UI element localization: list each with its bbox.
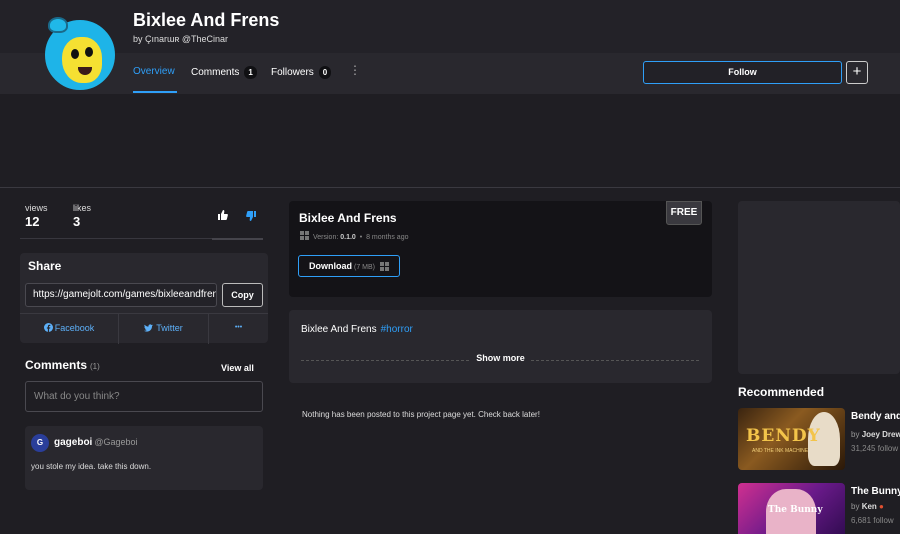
download-size: (7 MB) — [354, 264, 375, 271]
thumbs-down-icon — [246, 211, 256, 221]
tab-comments-label: Comments — [191, 67, 240, 78]
download-label: Download — [309, 261, 352, 271]
thumbnail-logo-text: BENDY — [746, 426, 821, 446]
active-tab-indicator — [133, 91, 177, 93]
tab-overview-label: Overview — [133, 66, 175, 77]
comment-username: gageboi — [54, 437, 93, 448]
ad-placeholder — [738, 201, 900, 374]
recommended-game-author[interactable]: by Ken ● — [851, 502, 884, 511]
download-button[interactable]: Download (7 MB) — [298, 255, 400, 277]
description-card: Bixlee And Frens #horror Show more — [289, 310, 712, 383]
share-url-input[interactable]: https://gamejolt.com/games/bixleeandfren… — [25, 283, 217, 307]
share-card: Share https://gamejolt.com/games/bixleea… — [20, 253, 268, 344]
more-options-icon[interactable]: ⋮ — [349, 64, 361, 76]
recommended-game-followers: 31,245 follow — [851, 444, 899, 453]
comments-title: Comments — [25, 358, 88, 372]
dislike-button[interactable] — [246, 211, 256, 224]
recommended-thumbnail[interactable]: BENDY AND THE INK MACHINE — [738, 408, 845, 470]
price-badge: FREE — [666, 201, 702, 225]
more-share-button[interactable]: ••• — [209, 314, 268, 344]
by-label: by — [851, 502, 860, 511]
recommended-title: Recommended — [738, 385, 825, 399]
twitter-share-button[interactable]: Twitter — [119, 314, 208, 344]
release-title: Bixlee And Frens — [299, 211, 397, 225]
comment-item: G gageboi @Gageboi you stole my idea. tak… — [25, 426, 263, 490]
facebook-icon — [43, 323, 53, 332]
version-value: 0.1.0 — [340, 234, 356, 241]
stats-divider — [20, 238, 212, 239]
release-age: 8 months ago — [366, 234, 409, 241]
recommended-game-name[interactable]: Bendy and — [851, 411, 900, 422]
tab-followers-label: Followers — [271, 67, 314, 78]
thumbnail-logo-subtext: AND THE INK MACHINE — [752, 448, 809, 454]
avatar-mascot-icon — [48, 17, 68, 33]
share-title: Share — [28, 259, 62, 273]
developer-byline[interactable]: by Çınarɯʀ @TheCinar — [133, 34, 228, 44]
avatar-eye-left — [71, 49, 79, 59]
share-buttons-row: Facebook Twitter ••• — [20, 313, 268, 344]
comment-author[interactable]: gageboi @Gageboi — [54, 437, 138, 448]
likes-label: likes — [73, 203, 92, 213]
twitter-label: Twitter — [156, 323, 183, 333]
tab-overview[interactable]: Overview — [133, 66, 175, 77]
facebook-share-button[interactable]: Facebook — [20, 314, 118, 344]
windows-icon — [380, 262, 389, 271]
avatar-eye-right — [85, 47, 93, 57]
page-title: Bixlee And Frens — [133, 10, 280, 30]
avatar-mouth — [78, 67, 92, 75]
likes-value: 3 — [73, 214, 81, 229]
empty-feed-note: Nothing has been posted to this project … — [302, 410, 540, 419]
comments-count: (1) — [90, 362, 100, 371]
comment-text: you stole my idea. take this down. — [31, 462, 152, 471]
show-more-button[interactable]: Show more — [470, 353, 531, 363]
release-meta: Version: 0.1.0 • 8 months ago — [300, 231, 408, 241]
follow-button[interactable]: Follow — [643, 61, 842, 84]
thumbs-up-icon — [218, 210, 228, 220]
like-button[interactable] — [218, 210, 228, 223]
recommended-thumbnail[interactable]: The Bunny — [738, 483, 845, 534]
tab-followers[interactable]: Followers 0 — [271, 66, 332, 79]
thumbnail-logo-text: The Bunny — [768, 505, 823, 515]
facebook-label: Facebook — [54, 323, 95, 333]
recommended-game-name[interactable]: The Bunny — [851, 486, 900, 497]
author-name: Ken — [861, 502, 877, 511]
tab-comments[interactable]: Comments 1 — [191, 66, 257, 79]
by-label: by — [851, 430, 860, 439]
copy-button[interactable]: Copy — [222, 283, 263, 307]
like-ratio-bar — [212, 238, 263, 240]
show-more-row: Show more — [289, 353, 712, 363]
avatar-character-face — [62, 37, 102, 83]
view-all-comments-link[interactable]: View all — [221, 363, 254, 373]
commenter-avatar[interactable]: G — [31, 434, 49, 452]
tab-comments-count: 1 — [244, 66, 257, 79]
verified-icon: ● — [879, 502, 884, 511]
horror-tag-link[interactable]: #horror — [381, 324, 413, 335]
header-divider — [0, 187, 900, 188]
description-body: Bixlee And Frens — [301, 324, 377, 335]
tab-followers-count: 0 — [318, 66, 332, 79]
comments-heading: Comments (1) — [25, 358, 100, 372]
views-label: views — [25, 203, 48, 213]
recommended-game-author[interactable]: by Joey Drew — [851, 430, 900, 439]
windows-icon — [300, 231, 309, 240]
description-text: Bixlee And Frens #horror — [301, 324, 413, 335]
release-card: FREE Bixlee And Frens Version: 0.1.0 • 8… — [289, 201, 712, 297]
views-value: 12 — [25, 214, 40, 229]
comment-handle: @Gageboi — [94, 437, 138, 447]
twitter-icon — [144, 324, 154, 332]
author-name: Joey Drew — [861, 430, 900, 439]
add-to-playlist-button[interactable]: + — [846, 61, 868, 84]
recommended-game-followers: 6,681 follow — [851, 516, 894, 525]
comment-input[interactable]: What do you think? — [25, 381, 263, 412]
version-label: Version: — [313, 234, 339, 241]
